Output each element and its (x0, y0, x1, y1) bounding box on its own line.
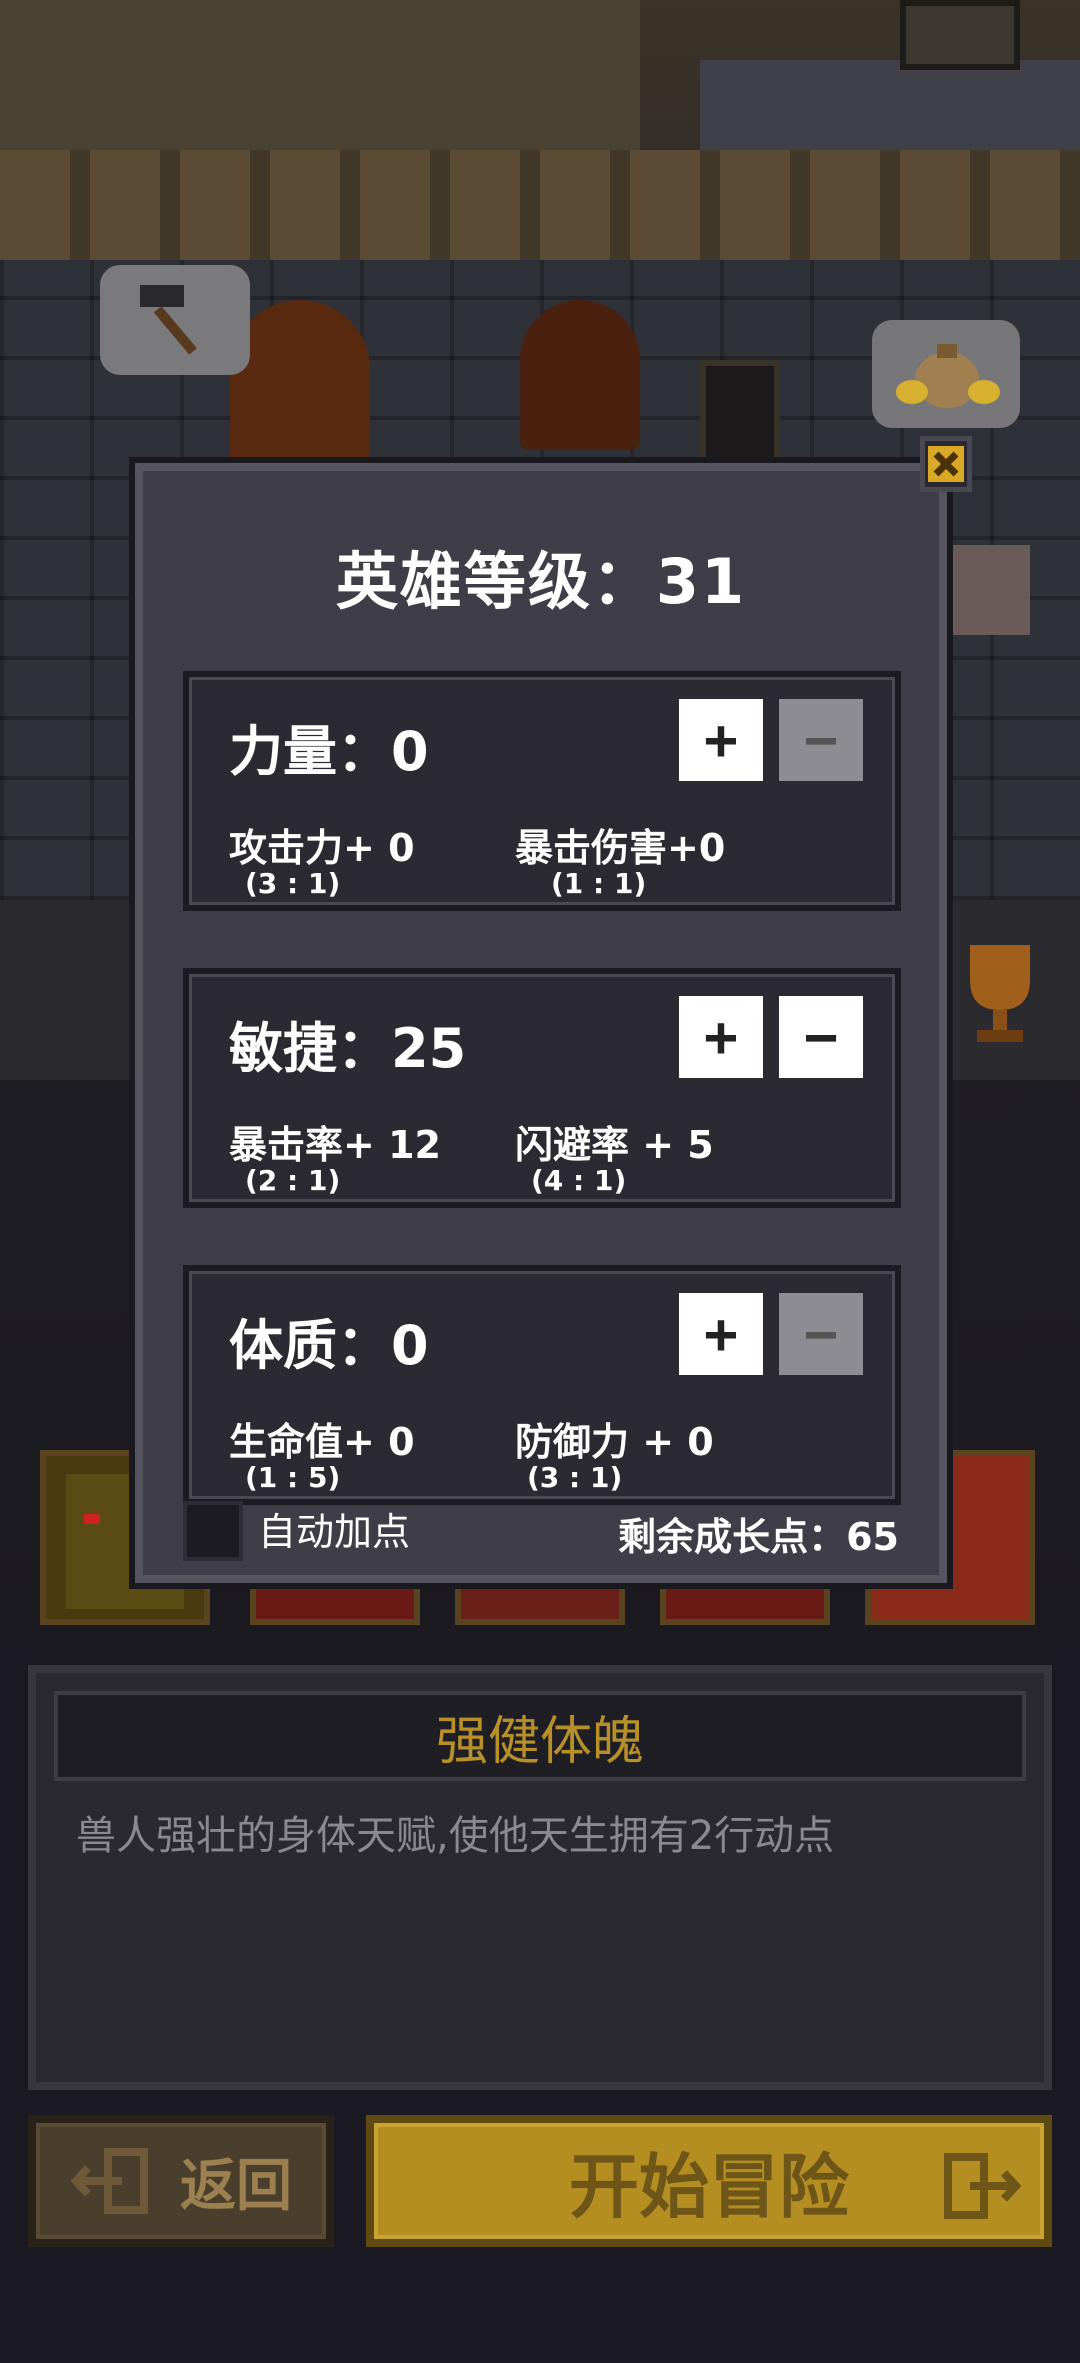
stat-card-constitution: 体质：0 + − 生命值+ 0 (1 : 5) 防御力 + 0 (3 : 1) (183, 1265, 901, 1505)
window (700, 360, 780, 470)
decrease-button[interactable]: − (779, 699, 863, 781)
attack-bonus: 攻击力+ 0 (229, 826, 415, 870)
crit-rate-bonus: 暴击率+ 12 (229, 1123, 441, 1167)
increase-button[interactable]: + (679, 996, 763, 1078)
hero-level-title: 英雄等级：31 (335, 545, 747, 618)
crit-damage-ratio: (1 : 1) (551, 867, 647, 900)
start-label: 开始冒险 (569, 2145, 849, 2228)
hp-bonus: 生命值+ 0 (229, 1420, 415, 1464)
cat-sprite (950, 545, 1030, 635)
trait-description: 兽人强壮的身体天赋,使他天生拥有2行动点 (76, 1813, 835, 1859)
close-x-icon (928, 446, 964, 482)
stat-name: 体质：0 (229, 1314, 429, 1377)
dodge-rate-bonus: 闪避率 + 5 (515, 1123, 714, 1167)
remaining-points: 剩余成长点：65 (618, 1515, 899, 1559)
coin-bag-icon (896, 344, 1000, 408)
stat-card-agility: 敏捷：25 + − 暴击率+ 12 (2 : 1) 闪避率 + 5 (4 : 1… (183, 968, 901, 1208)
auto-assign-checkbox[interactable] (183, 1501, 243, 1561)
stats-panel: 英雄等级：31 力量：0 + − 攻击力+ 0 (3 : 1) 暴击伤害+0 (… (135, 463, 947, 1583)
trait-description-box: 强健体魄 兽人强壮的身体天赋,使他天生拥有2行动点 (28, 1665, 1052, 2090)
wooden-beams (0, 150, 1080, 260)
roof (0, 0, 640, 170)
trophy-icon[interactable] (955, 940, 1045, 1050)
forge-fire (230, 300, 370, 470)
increase-button[interactable]: + (679, 1293, 763, 1375)
decrease-button[interactable]: − (779, 1293, 863, 1375)
decrease-button[interactable]: − (779, 996, 863, 1078)
orc-eye (84, 1514, 100, 1524)
shop-bubble[interactable] (872, 320, 1020, 428)
stat-card-strength: 力量：0 + − 攻击力+ 0 (3 : 1) 暴击伤害+0 (1 : 1) (183, 671, 901, 911)
start-adventure-button[interactable]: 开始冒险 (366, 2115, 1052, 2247)
back-button[interactable]: 返回 (28, 2115, 334, 2247)
auto-assign-label: 自动加点 (258, 1510, 411, 1554)
hammer-icon (140, 285, 197, 355)
defense-ratio: (3 : 1) (527, 1461, 623, 1494)
stat-name: 力量：0 (229, 720, 429, 783)
increase-button[interactable]: + (679, 699, 763, 781)
exit-door-icon (944, 2153, 1022, 2219)
back-door-icon (70, 2148, 148, 2214)
stat-name: 敏捷：25 (229, 1017, 467, 1080)
defense-bonus: 防御力 + 0 (515, 1420, 714, 1464)
back-label: 返回 (180, 2153, 292, 2219)
dodge-rate-ratio: (4 : 1) (531, 1164, 627, 1197)
crit-rate-ratio: (2 : 1) (245, 1164, 341, 1197)
hp-ratio: (1 : 5) (245, 1461, 341, 1494)
window (900, 0, 1020, 70)
blacksmith-bubble[interactable] (100, 265, 250, 375)
close-button[interactable] (920, 436, 972, 492)
crit-damage-bonus: 暴击伤害+0 (515, 826, 726, 870)
furnace (520, 300, 640, 450)
trait-title: 强健体魄 (54, 1691, 1026, 1781)
attack-ratio: (3 : 1) (245, 867, 341, 900)
